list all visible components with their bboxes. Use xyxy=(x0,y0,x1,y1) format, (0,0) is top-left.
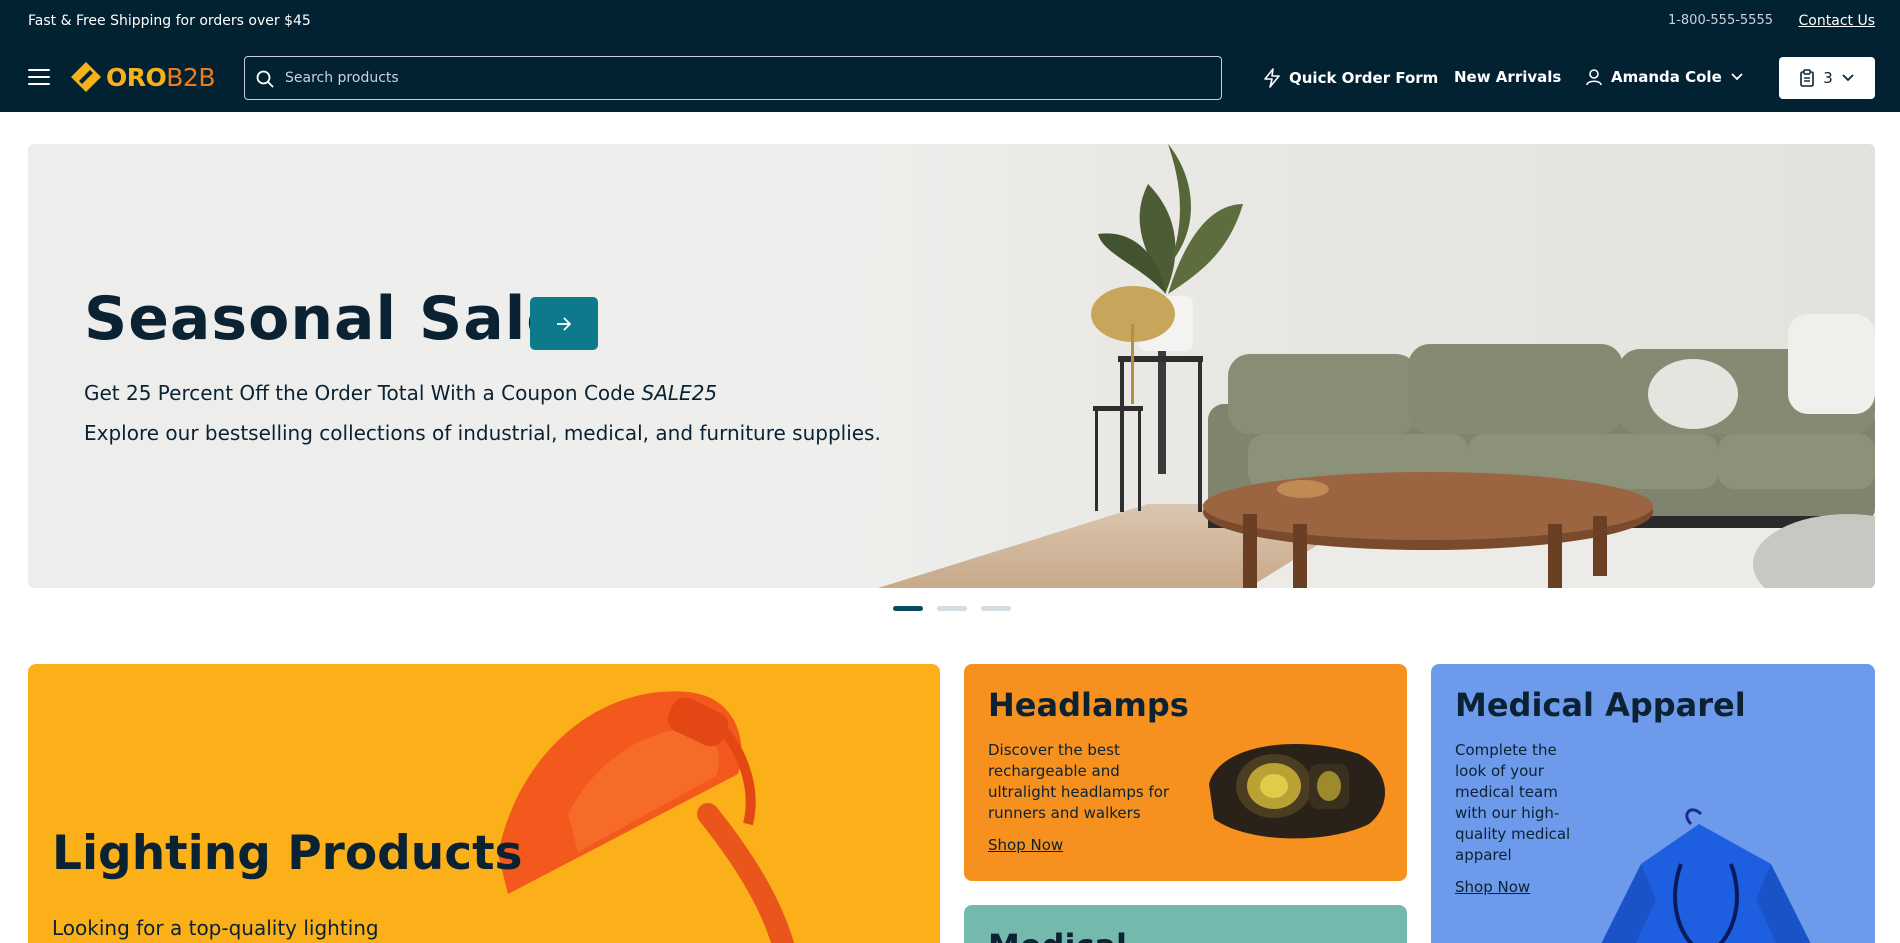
hero-banner[interactable]: Seasonal Sale Get 25 Percent Off the Ord… xyxy=(28,144,1875,588)
lightning-icon xyxy=(1264,68,1280,88)
lighting-description: Looking for a top-quality lighting xyxy=(52,916,379,940)
carousel-dot-1[interactable] xyxy=(893,606,923,611)
hero-description: Explore our bestselling collections of i… xyxy=(84,421,881,445)
search-input[interactable] xyxy=(285,57,1205,99)
quick-order-label: Quick Order Form xyxy=(1289,69,1439,87)
search-icon xyxy=(256,70,274,88)
menu-icon[interactable] xyxy=(28,69,50,85)
user-icon xyxy=(1586,69,1602,86)
phone-number[interactable]: 1-800-555-5555 xyxy=(1668,13,1773,28)
carousel-dots xyxy=(893,606,1011,611)
coupon-code: SALE25 xyxy=(641,381,718,405)
medical-apparel-shop-now-link[interactable]: Shop Now xyxy=(1455,878,1530,896)
lighting-products-tile[interactable]: Lighting Products Looking for a top-qual… xyxy=(28,664,940,943)
chevron-down-icon xyxy=(1731,73,1743,81)
medical-apparel-tile[interactable]: Medical Apparel Complete the look of you… xyxy=(1431,664,1875,943)
quick-order-form-link[interactable]: Quick Order Form xyxy=(1263,68,1438,88)
hero-coupon-text: Get 25 Percent Off the Order Total With … xyxy=(84,381,718,405)
cart-button[interactable]: 3 xyxy=(1779,57,1875,99)
medical-title: Medical xyxy=(988,927,1127,943)
cart-count: 3 xyxy=(1823,69,1833,87)
main-header: OROB2B Quick Order Form New Arrivals Ama… xyxy=(0,44,1900,112)
carousel-dot-3[interactable] xyxy=(981,606,1011,611)
top-bar: Fast & Free Shipping for orders over $45… xyxy=(0,0,1900,44)
arrow-right-icon xyxy=(557,316,572,331)
lighting-title: Lighting Products xyxy=(52,826,523,881)
living-room-illustration xyxy=(878,144,1875,588)
carousel-dot-2[interactable] xyxy=(937,606,967,611)
hero-title: Seasonal Sale xyxy=(84,284,568,354)
contact-us-link[interactable]: Contact Us xyxy=(1799,13,1875,29)
new-arrivals-label: New Arrivals xyxy=(1454,68,1562,86)
search-bar xyxy=(244,56,1222,100)
headlamps-tile[interactable]: Headlamps Discover the best rechargeable… xyxy=(964,664,1407,881)
hero-arrow-button[interactable] xyxy=(530,297,598,350)
headlamps-shop-now-link[interactable]: Shop Now xyxy=(988,836,1063,854)
logo[interactable]: OROB2B xyxy=(70,60,215,94)
user-name: Amanda Cole xyxy=(1611,68,1722,86)
clipboard-icon xyxy=(1800,69,1815,87)
shipping-promo: Fast & Free Shipping for orders over $45 xyxy=(28,13,311,29)
logo-text: OROB2B xyxy=(106,62,215,92)
user-menu[interactable]: Amanda Cole xyxy=(1585,68,1744,86)
medical-apparel-description: Complete the look of your medical team w… xyxy=(1455,741,1571,864)
headlamp-illustration xyxy=(1209,744,1386,839)
scrubs-illustration xyxy=(1601,808,1811,943)
medical-tile[interactable]: Medical xyxy=(964,905,1407,943)
logo-mark-icon xyxy=(71,62,101,92)
headlamps-title: Headlamps xyxy=(988,686,1189,724)
desk-lamp-illustration xyxy=(498,691,795,943)
chevron-down-icon xyxy=(1842,74,1854,82)
medical-apparel-title: Medical Apparel xyxy=(1455,686,1746,724)
new-arrivals-link[interactable]: New Arrivals xyxy=(1454,68,1561,86)
headlamps-description: Discover the best rechargeable and ultra… xyxy=(988,741,1170,822)
